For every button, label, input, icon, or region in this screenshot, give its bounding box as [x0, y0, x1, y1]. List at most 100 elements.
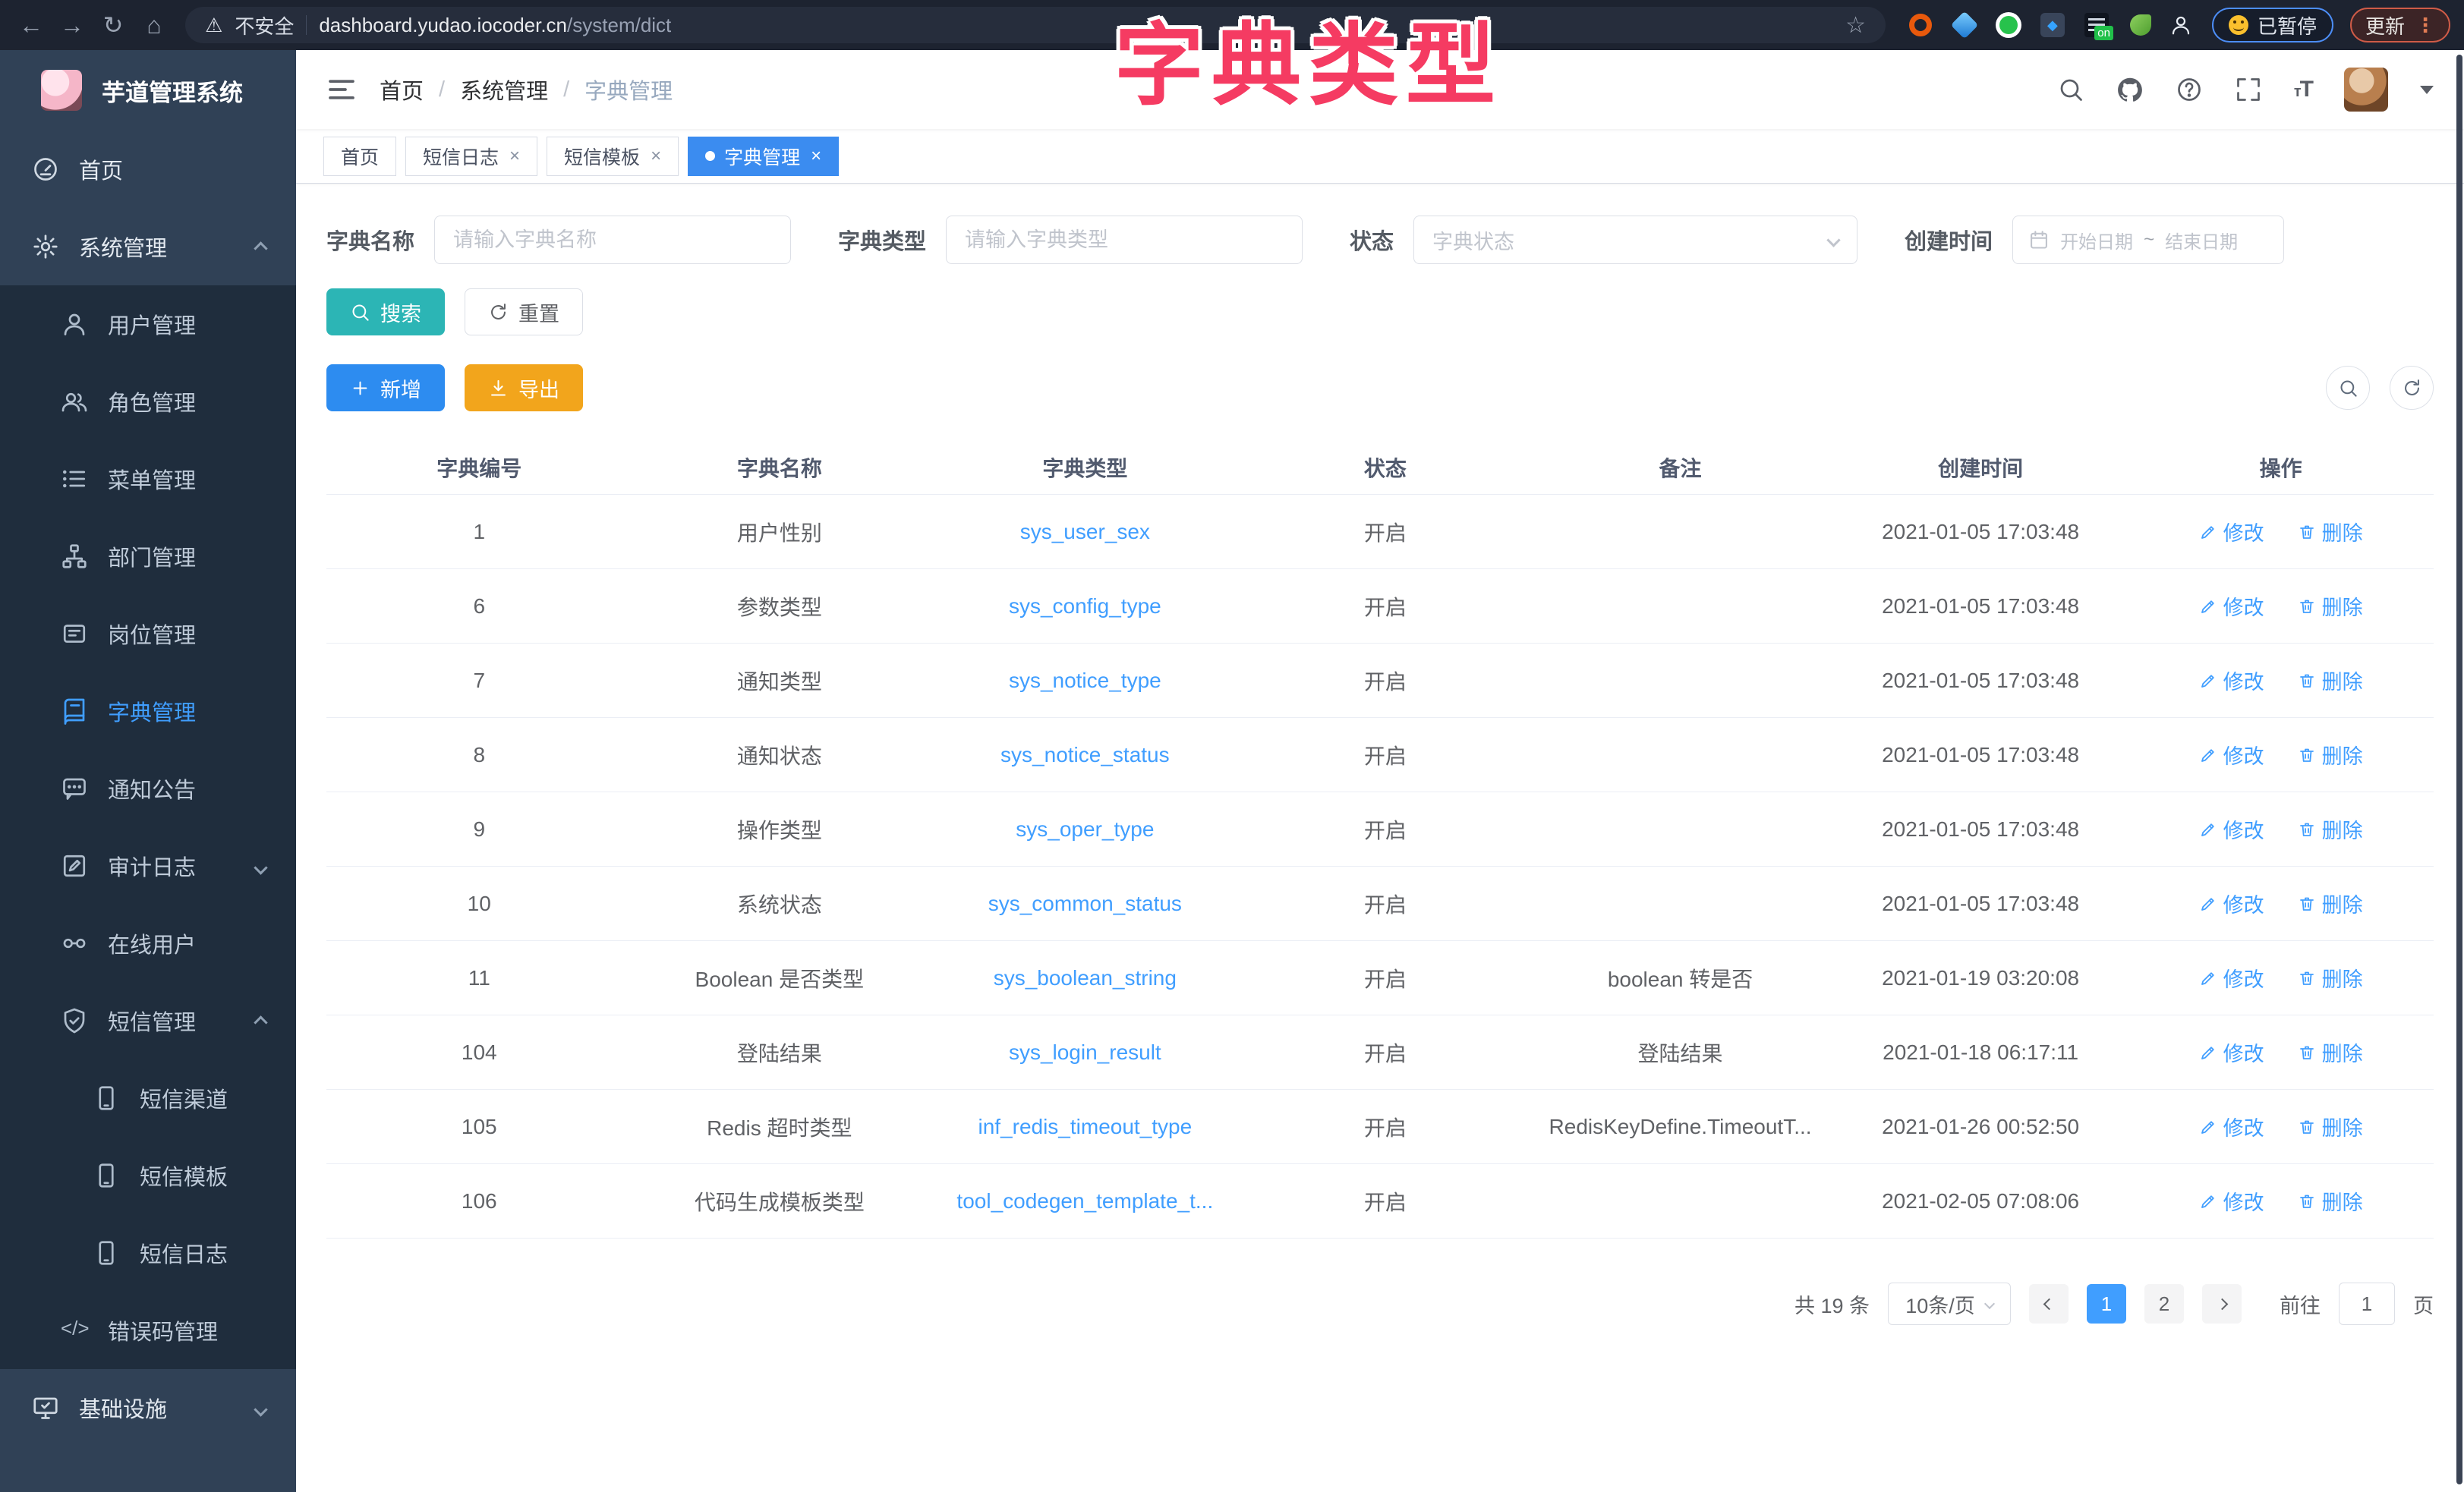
sidebar-item-sms[interactable]: 短信管理	[0, 982, 296, 1059]
avatar[interactable]	[2344, 68, 2388, 112]
delete-link[interactable]: 删除	[2298, 740, 2363, 770]
browser-home-icon[interactable]: ⌂	[137, 8, 172, 42]
extension-grid-diamond-icon[interactable]: ◆	[2037, 10, 2068, 40]
dict-type-link[interactable]: sys_config_type	[1009, 594, 1161, 618]
bookmark-star-icon[interactable]: ☆	[1845, 12, 1866, 39]
page-button-2[interactable]: 2	[2144, 1284, 2184, 1324]
url-text[interactable]: dashboard.yudao.iocoder.cn/system/dict	[319, 14, 671, 37]
sidebar-item-notice[interactable]: 通知公告	[0, 750, 296, 827]
start-date-placeholder[interactable]: 开始日期	[2060, 227, 2133, 253]
close-icon[interactable]: ×	[651, 146, 661, 167]
sidebar-item-online[interactable]: 在线用户	[0, 905, 296, 982]
date-range-picker[interactable]: 开始日期 ~ 结束日期	[2012, 216, 2284, 264]
sidebar-item-audit[interactable]: 审计日志	[0, 827, 296, 905]
app-logo[interactable]: 芋道管理系统	[0, 50, 296, 131]
breadcrumb-home[interactable]: 首页	[380, 74, 424, 105]
sidebar-item-menu[interactable]: 菜单管理	[0, 440, 296, 518]
font-size-icon[interactable]: тT	[2294, 77, 2312, 102]
hamburger-icon[interactable]	[326, 74, 357, 105]
extension-blue-gem-icon[interactable]	[1949, 10, 1980, 40]
sidebar-item-home[interactable]: 首页	[0, 131, 296, 208]
dict-type-link[interactable]: inf_redis_timeout_type	[978, 1115, 1192, 1138]
dict-type-link[interactable]: sys_common_status	[988, 892, 1182, 915]
status-select[interactable]: 字典状态	[1413, 216, 1857, 264]
dict-type-input[interactable]	[946, 216, 1303, 264]
edit-link[interactable]: 修改	[2199, 963, 2264, 993]
end-date-placeholder[interactable]: 结束日期	[2165, 227, 2238, 253]
sidebar-item-dict[interactable]: 字典管理	[0, 672, 296, 750]
edit-link[interactable]: 修改	[2199, 814, 2264, 844]
address-bar[interactable]: ⚠ 不安全 dashboard.yudao.iocoder.cn/system/…	[185, 7, 1886, 43]
delete-link[interactable]: 删除	[2298, 1037, 2363, 1067]
edit-link[interactable]: 修改	[2199, 666, 2264, 695]
paused-extension-pill[interactable]: 已暂停	[2212, 8, 2333, 42]
dict-type-link[interactable]: sys_oper_type	[1016, 817, 1154, 841]
edit-link[interactable]: 修改	[2199, 1186, 2264, 1216]
goto-page-input[interactable]	[2339, 1283, 2395, 1325]
browser-update-button[interactable]: 更新 ⋮	[2350, 8, 2450, 42]
fullscreen-icon[interactable]	[2235, 76, 2262, 103]
page-button-1[interactable]: 1	[2087, 1284, 2126, 1324]
close-icon[interactable]: ×	[811, 146, 821, 167]
next-page-button[interactable]	[2202, 1284, 2242, 1324]
dict-type-link[interactable]: sys_notice_status	[1000, 743, 1170, 766]
delete-link[interactable]: 删除	[2298, 814, 2363, 844]
browser-forward-icon[interactable]: →	[55, 8, 90, 42]
github-icon[interactable]	[2116, 76, 2144, 103]
search-icon[interactable]	[2057, 76, 2084, 103]
sidebar-item-user[interactable]: 用户管理	[0, 285, 296, 363]
caret-down-icon[interactable]	[2420, 86, 2434, 94]
sidebar-item-infra[interactable]: 基础设施	[0, 1369, 296, 1446]
reset-button[interactable]: 重置	[465, 288, 583, 335]
sidebar-item-system[interactable]: 系统管理	[0, 208, 296, 285]
edit-link[interactable]: 修改	[2199, 517, 2264, 546]
add-button[interactable]: 新增	[326, 364, 445, 411]
tab-sms-template[interactable]: 短信模板×	[547, 137, 679, 176]
sidebar-item-sms-channel[interactable]: 短信渠道	[0, 1059, 296, 1137]
delete-link[interactable]: 删除	[2298, 666, 2363, 695]
browser-menu-icon[interactable]: ⋮	[2415, 14, 2435, 37]
page-size-select[interactable]: 10条/页	[1888, 1283, 2011, 1325]
edit-link[interactable]: 修改	[2199, 1112, 2264, 1141]
tab-dict[interactable]: 字典管理×	[688, 137, 839, 176]
dict-type-link[interactable]: tool_codegen_template_t...	[956, 1189, 1213, 1213]
tab-sms-log[interactable]: 短信日志×	[405, 137, 537, 176]
dict-type-link[interactable]: sys_user_sex	[1020, 520, 1150, 543]
dict-name-input[interactable]	[434, 216, 791, 264]
extension-onetab-icon[interactable]: on	[2081, 10, 2112, 40]
extension-green-circle-icon[interactable]	[1993, 10, 2024, 40]
window-scrollbar[interactable]	[2456, 55, 2462, 1484]
delete-link[interactable]: 删除	[2298, 1186, 2363, 1216]
sidebar-item-role[interactable]: 角色管理	[0, 363, 296, 440]
export-button[interactable]: 导出	[465, 364, 583, 411]
help-icon[interactable]	[2176, 76, 2203, 103]
delete-link[interactable]: 删除	[2298, 1112, 2363, 1141]
edit-link[interactable]: 修改	[2199, 591, 2264, 621]
delete-link[interactable]: 删除	[2298, 591, 2363, 621]
sidebar-item-sms-template[interactable]: 短信模板	[0, 1137, 296, 1214]
delete-link[interactable]: 删除	[2298, 889, 2363, 918]
breadcrumb-system[interactable]: 系统管理	[460, 74, 548, 105]
browser-reload-icon[interactable]: ↻	[96, 8, 131, 42]
dict-type-link[interactable]: sys_boolean_string	[994, 966, 1177, 990]
delete-link[interactable]: 删除	[2298, 963, 2363, 993]
sidebar-item-dept[interactable]: 部门管理	[0, 518, 296, 595]
browser-back-icon[interactable]: ←	[14, 8, 49, 42]
sidebar-item-post[interactable]: 岗位管理	[0, 595, 296, 672]
toggle-search-button[interactable]	[2326, 366, 2370, 410]
sidebar-item-sms-log[interactable]: 短信日志	[0, 1214, 296, 1292]
security-label[interactable]: 不安全	[235, 11, 294, 39]
edit-link[interactable]: 修改	[2199, 740, 2264, 770]
close-icon[interactable]: ×	[509, 146, 520, 167]
tab-home[interactable]: 首页	[323, 137, 396, 176]
dict-type-link[interactable]: sys_notice_type	[1009, 669, 1161, 692]
edit-link[interactable]: 修改	[2199, 1037, 2264, 1067]
extension-leaf-icon[interactable]	[2125, 10, 2156, 40]
sidebar-item-errcode[interactable]: </> 错误码管理	[0, 1292, 296, 1369]
delete-link[interactable]: 删除	[2298, 517, 2363, 546]
extension-silhouette-icon[interactable]	[2169, 14, 2192, 36]
dict-type-link[interactable]: sys_login_result	[1009, 1040, 1161, 1064]
search-button[interactable]: 搜索	[326, 288, 445, 335]
refresh-table-button[interactable]	[2390, 366, 2434, 410]
edit-link[interactable]: 修改	[2199, 889, 2264, 918]
